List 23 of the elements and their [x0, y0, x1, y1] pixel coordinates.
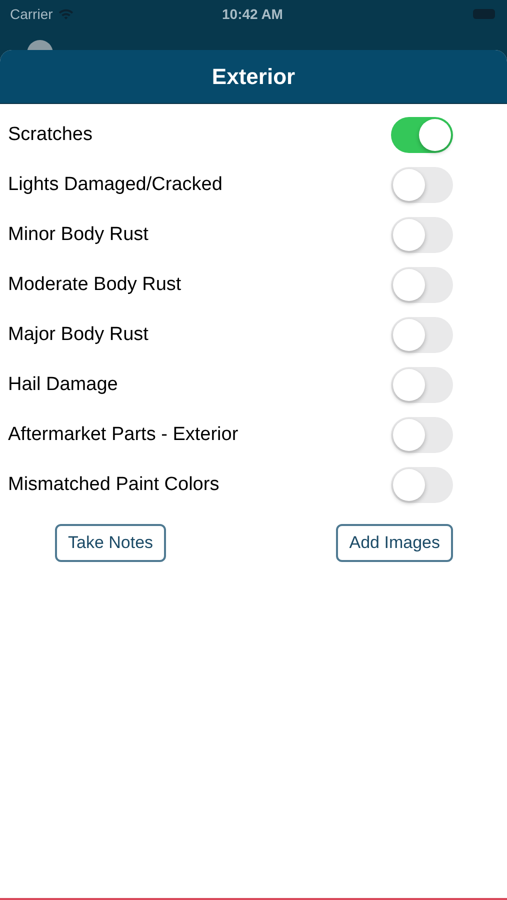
- toggle-switch[interactable]: [391, 167, 453, 203]
- sheet-title: Exterior: [0, 50, 507, 104]
- clock-time: 10:42 AM: [222, 6, 283, 22]
- toggle-switch[interactable]: [391, 367, 453, 403]
- option-label: Major Body Rust: [8, 324, 148, 346]
- option-label: Hail Damage: [8, 374, 118, 396]
- toggle-switch[interactable]: [391, 217, 453, 253]
- carrier-label: Carrier: [10, 6, 53, 22]
- wifi-icon: [58, 8, 74, 20]
- action-button[interactable]: Take Notes: [55, 524, 166, 562]
- toggle-switch[interactable]: [391, 317, 453, 353]
- option-label: Scratches: [8, 124, 92, 146]
- battery-icon: [472, 9, 495, 19]
- option-label: Moderate Body Rust: [8, 274, 182, 296]
- toggle-switch[interactable]: [391, 417, 453, 453]
- option-label: Aftermarket Parts - Exterior: [8, 424, 238, 446]
- toggle-switch[interactable]: [391, 267, 453, 303]
- toggle-switch[interactable]: [391, 117, 453, 153]
- action-button[interactable]: Add Images: [336, 524, 453, 562]
- option-label: Minor Body Rust: [8, 224, 148, 246]
- option-label: Mismatched Paint Colors: [8, 474, 220, 496]
- toggle-switch[interactable]: [391, 467, 453, 503]
- option-label: Lights Damaged/Cracked: [8, 174, 222, 196]
